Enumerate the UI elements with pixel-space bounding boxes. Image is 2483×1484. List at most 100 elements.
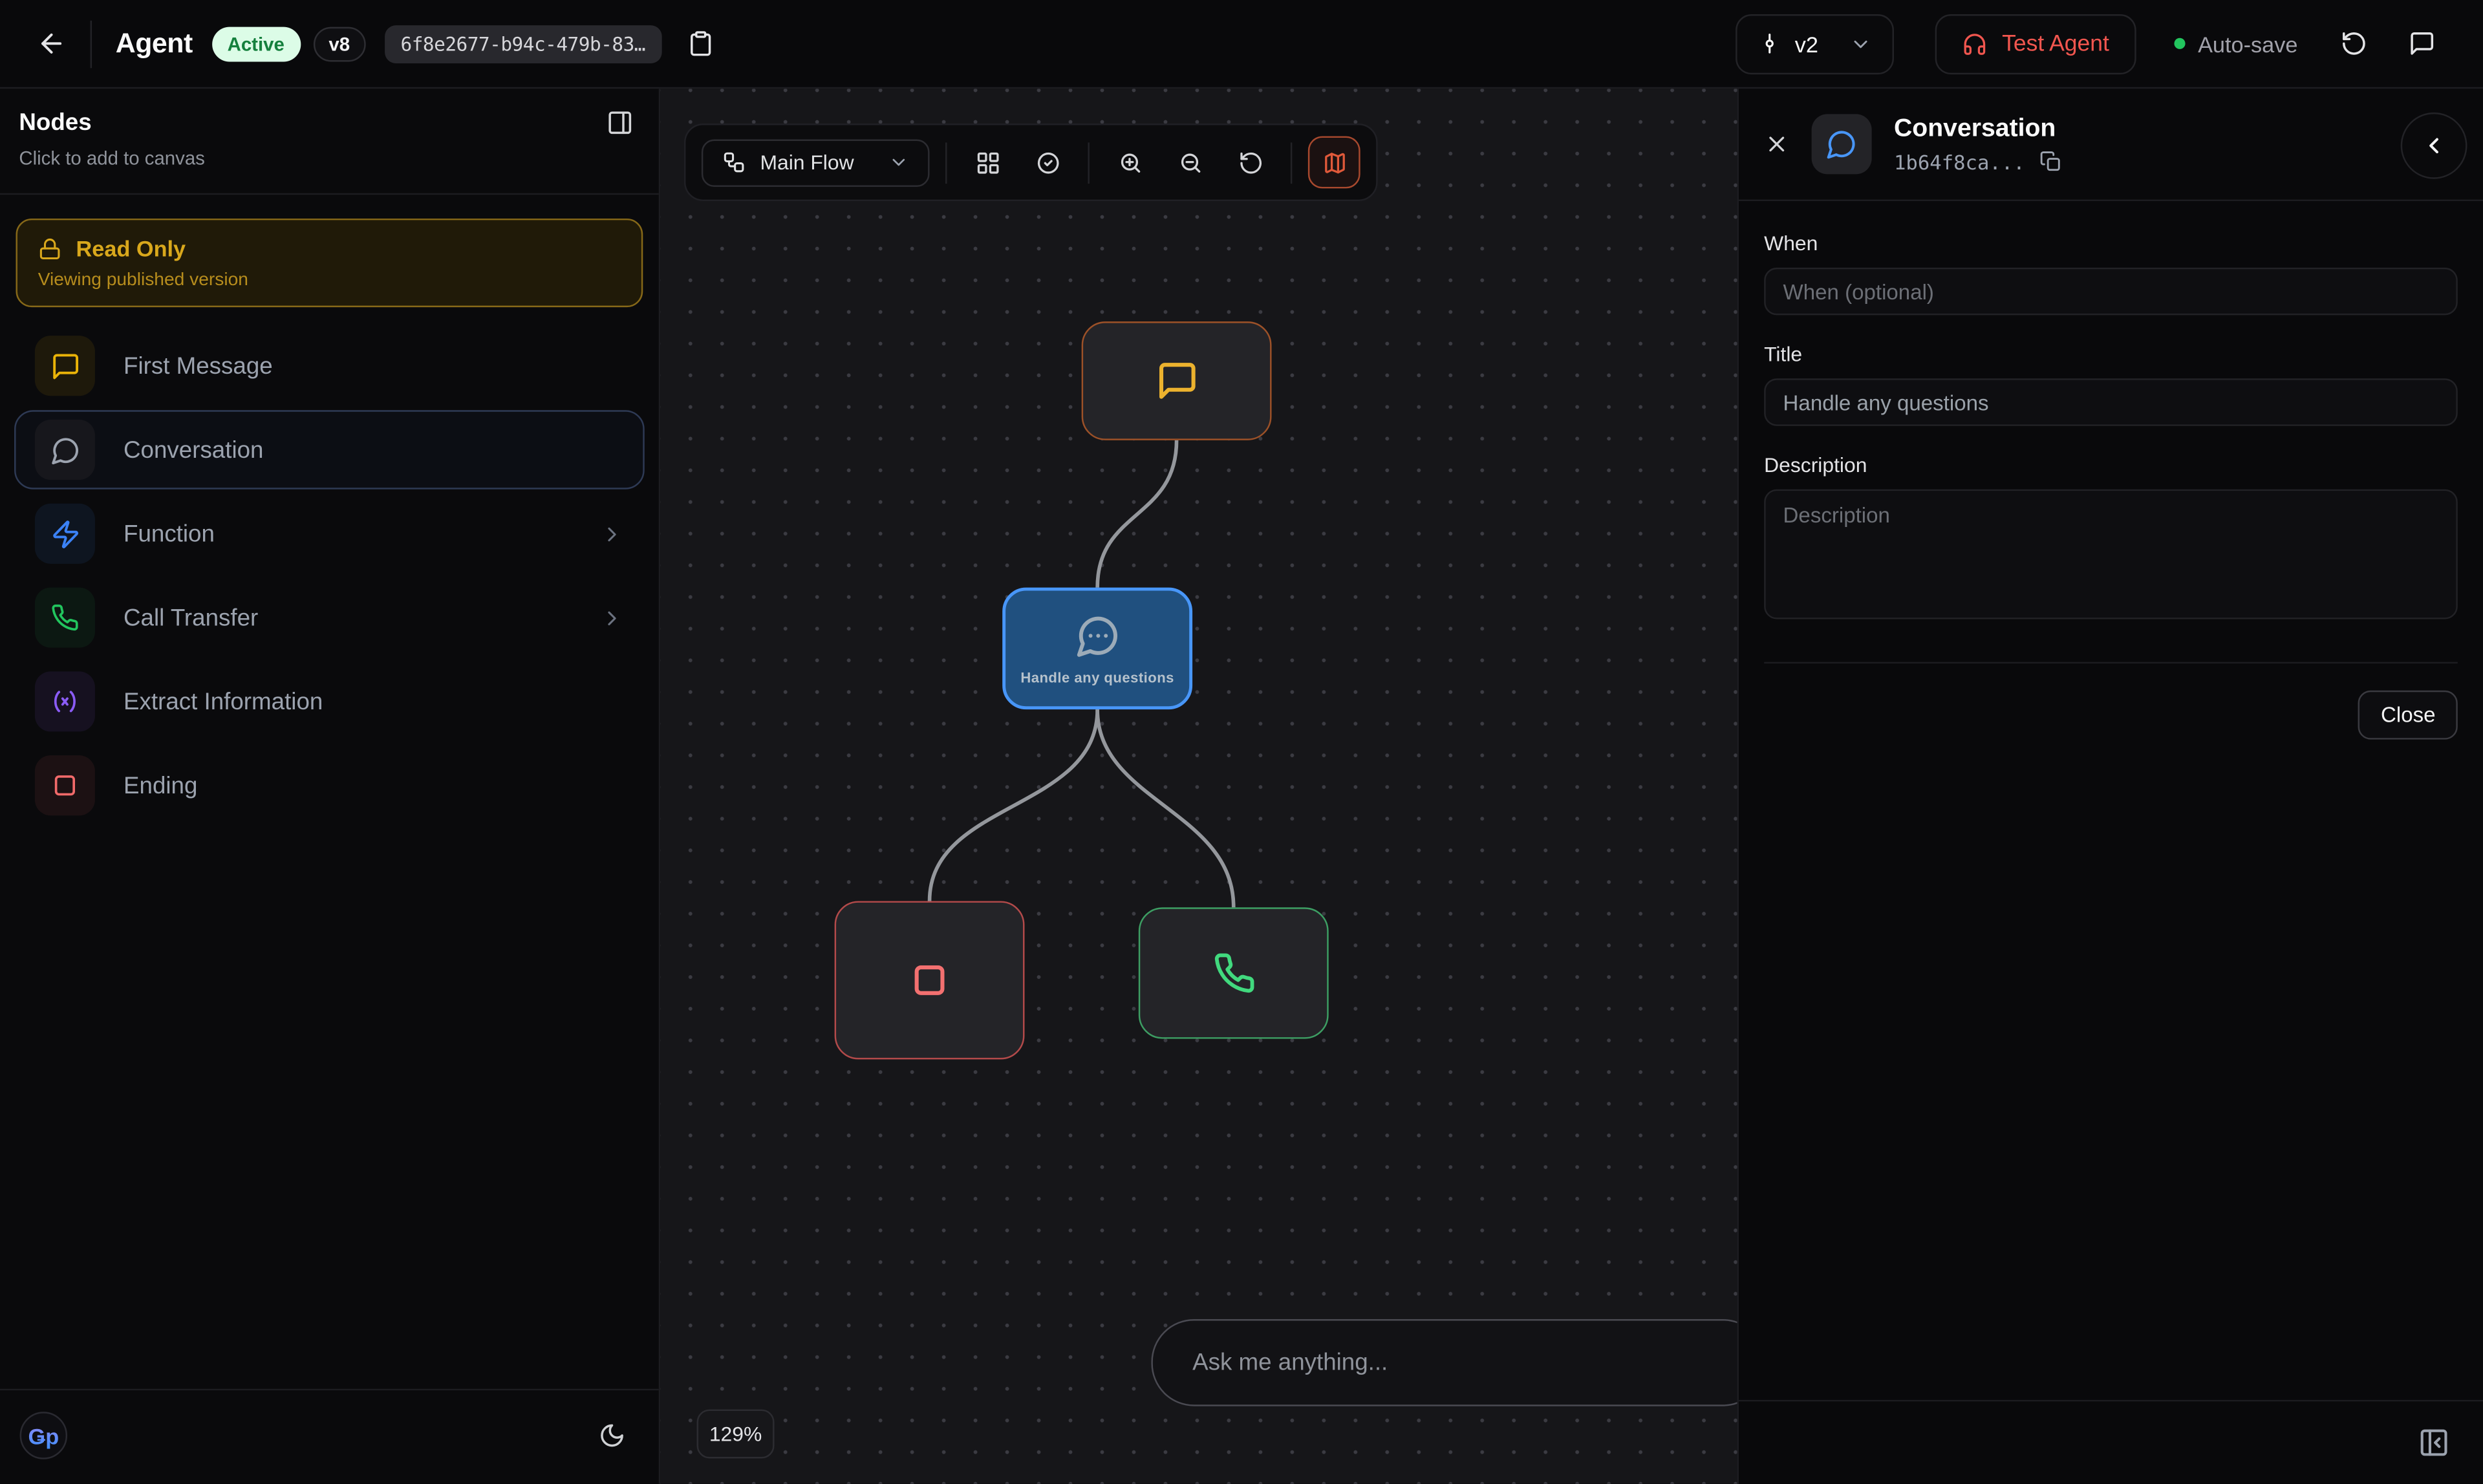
moon-icon (599, 1422, 626, 1449)
node-call-transfer[interactable] (1139, 907, 1329, 1038)
inspector-collapse-button[interactable] (2401, 113, 2467, 179)
minimap-toggle-button[interactable] (1308, 136, 1360, 189)
square-icon (909, 960, 951, 1001)
page-title: Agent (116, 27, 193, 60)
copy-node-id-button[interactable] (2039, 151, 2061, 173)
header-divider (91, 20, 92, 67)
when-label: When (1764, 231, 2458, 255)
node-label: Handle any questions (1020, 669, 1174, 685)
headphones-icon (1962, 31, 1988, 56)
sidebar-title: Nodes (19, 109, 640, 136)
zoom-out-button[interactable] (1166, 138, 1215, 187)
node-conversation[interactable]: Handle any questions (1002, 588, 1192, 710)
sidebar-subtitle: Click to add to canvas (19, 147, 640, 169)
agent-flow-builder: Agent Active v8 6f8e2677-b94c-479b-83… v… (0, 0, 2483, 1484)
flow-version-dropdown[interactable]: v2 (1736, 14, 1894, 74)
zoom-in-button[interactable] (1106, 138, 1155, 187)
sidebar-footer: Ǥp (0, 1389, 659, 1484)
zoom-in-icon (1117, 149, 1143, 175)
validate-flow-button[interactable] (1024, 138, 1073, 187)
sidebar-item-label: Function (124, 520, 215, 547)
version-badge: v8 (313, 26, 366, 61)
sidebar-item-call-transfer[interactable]: Call Transfer (14, 578, 645, 657)
auto-layout-button[interactable] (963, 138, 1013, 187)
inspector-footer (1739, 1400, 2483, 1484)
workflow-icon (722, 151, 746, 175)
when-input[interactable]: When (optional) (1764, 268, 2458, 315)
history-button[interactable] (2341, 30, 2368, 58)
read-only-notice: Read Only Viewing published version (16, 219, 643, 307)
layout-grid-icon (975, 149, 1000, 175)
node-first-message[interactable] (1082, 321, 1272, 440)
edge-conversation-to-call-transfer (1097, 709, 1234, 907)
panel-left-close-button[interactable] (2418, 1427, 2450, 1459)
node-palette: First Message Conversation Function (0, 326, 659, 824)
rotate-ccw-icon (2341, 30, 2368, 58)
panel-left-close-icon (2418, 1427, 2450, 1459)
arrow-left-icon (36, 28, 67, 59)
description-textarea[interactable]: Description (1764, 489, 2458, 619)
feedback-button[interactable] (2409, 30, 2436, 58)
sidebar-item-function[interactable]: Function (14, 494, 645, 573)
message-square-icon (2409, 30, 2436, 58)
read-only-title: Read Only (76, 236, 186, 261)
node-id: 1b64f8ca... (1894, 149, 2025, 173)
autosave-indicator: Auto-save (2174, 31, 2297, 56)
inspector-form: When When (optional) Title Handle any qu… (1739, 201, 2483, 740)
close-button[interactable]: Close (2359, 691, 2458, 740)
message-circle-more-icon (1075, 612, 1121, 658)
canvas-toolbar: Main Flow (684, 124, 1378, 201)
ask-ai-input[interactable]: Ask me anything... (1151, 1319, 1737, 1406)
zoom-level-badge: 129% (697, 1410, 775, 1459)
reset-view-button[interactable] (1226, 138, 1275, 187)
sidebar-item-ending[interactable]: Ending (14, 746, 645, 824)
flow-version-label: v2 (1795, 31, 1818, 56)
message-circle-icon (1812, 114, 1872, 174)
inspector-divider (1764, 662, 2458, 663)
flow-selector-dropdown[interactable]: Main Flow (702, 138, 930, 186)
flow-canvas[interactable]: Main Flow (660, 89, 1737, 1484)
inspector-title-block: Conversation 1b64f8ca... (1894, 115, 2061, 174)
sidebar-item-label: Ending (124, 772, 197, 799)
flow-edges (660, 89, 1737, 1484)
sidebar-header: Nodes Click to add to canvas (0, 89, 659, 195)
agent-id-field[interactable]: 6f8e2677-b94c-479b-83… (385, 25, 661, 63)
sidebar-item-first-message[interactable]: First Message (14, 326, 645, 405)
parentheses-x-icon (35, 671, 95, 731)
back-button[interactable] (36, 28, 67, 59)
sidebar-collapse-button[interactable] (607, 109, 634, 136)
sidebar-item-label: Call Transfer (124, 604, 258, 631)
map-icon (1322, 149, 1347, 175)
git-commit-vertical-icon (1758, 32, 1782, 56)
title-label: Title (1764, 342, 2458, 366)
autosave-status-dot (2174, 38, 2185, 49)
zoom-out-icon (1177, 149, 1203, 175)
chevron-right-icon (600, 606, 624, 630)
sidebar-item-conversation[interactable]: Conversation (14, 410, 645, 489)
ask-ai-placeholder: Ask me anything... (1192, 1350, 1388, 1377)
description-label: Description (1764, 453, 2458, 477)
inspector-close-button[interactable] (1764, 131, 1789, 156)
copy-icon (2039, 151, 2061, 173)
message-square-icon (35, 336, 95, 396)
chevron-left-icon (2421, 133, 2446, 158)
inspector-title: Conversation (1894, 115, 2061, 144)
close-icon (1764, 131, 1789, 156)
copy-agent-id-button[interactable] (687, 30, 714, 58)
autosave-label: Auto-save (2198, 31, 2297, 56)
chevron-down-icon (888, 152, 909, 173)
sidebar-item-extract-information[interactable]: Extract Information (14, 662, 645, 741)
rotate-ccw-icon (1238, 149, 1263, 175)
description-placeholder: Description (1783, 504, 1890, 528)
read-only-subtitle: Viewing published version (38, 271, 621, 290)
circle-check-icon (1035, 149, 1060, 175)
theme-toggle-button[interactable] (599, 1422, 626, 1449)
brand-logo: Ǥp (19, 1411, 68, 1468)
top-bar-actions: v2 Test Agent Auto-save (1736, 14, 2435, 74)
node-inspector-panel: Conversation 1b64f8ca... When (1737, 89, 2483, 1484)
test-agent-button[interactable]: Test Agent (1935, 14, 2136, 74)
test-agent-label: Test Agent (2002, 31, 2109, 56)
svg-text:Ǥp: Ǥp (28, 1425, 59, 1449)
node-ending[interactable] (835, 901, 1025, 1059)
title-input[interactable]: Handle any questions (1764, 378, 2458, 425)
